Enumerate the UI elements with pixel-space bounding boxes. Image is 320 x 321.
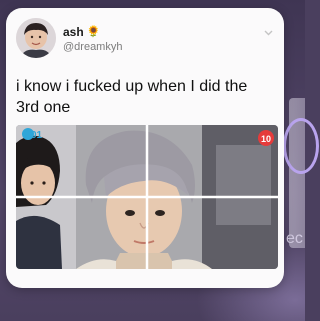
- tweet-card[interactable]: ash 🌻 @dreamkyh i know i fucked up when …: [6, 8, 284, 288]
- media-image: 01 10: [16, 125, 278, 269]
- name-row: ash 🌻: [63, 25, 100, 39]
- user-handle[interactable]: @dreamkyh: [63, 41, 122, 53]
- tweet-media[interactable]: 01 10: [16, 125, 278, 269]
- background-partial-text: ec: [286, 230, 303, 247]
- overlay-right-label: 10: [261, 134, 271, 144]
- overlay-left-label: 01: [31, 130, 43, 141]
- display-name[interactable]: ash: [63, 25, 84, 39]
- chevron-down-icon[interactable]: [264, 28, 273, 37]
- avatar[interactable]: [16, 18, 56, 58]
- sunflower-emoji-icon: 🌻: [86, 25, 101, 38]
- background-ring-decoration: [283, 118, 319, 174]
- avatar-image: [16, 18, 56, 58]
- tweet-text: i know i fucked up when I did the 3rd on…: [16, 78, 248, 116]
